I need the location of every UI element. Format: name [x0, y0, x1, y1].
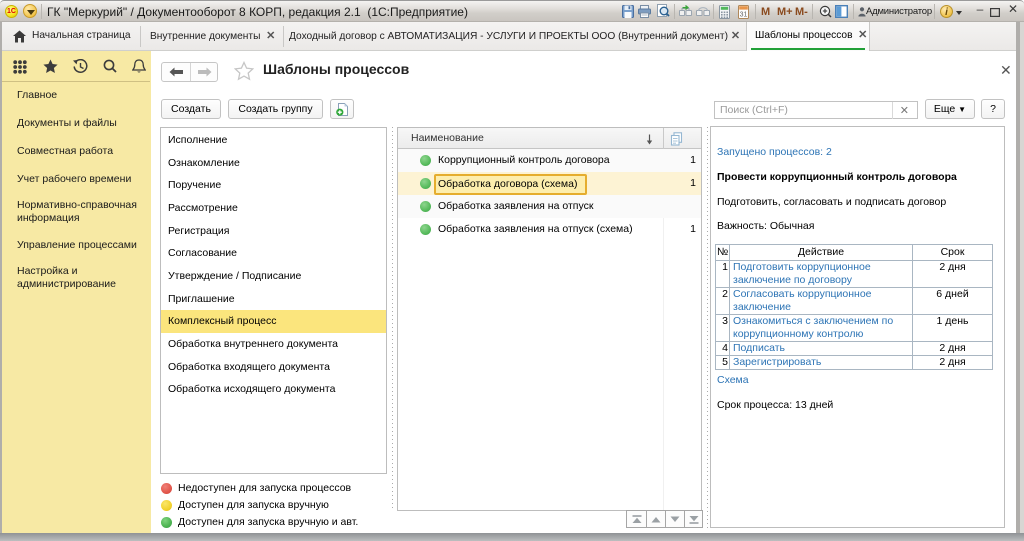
- svg-text:31: 31: [740, 12, 748, 19]
